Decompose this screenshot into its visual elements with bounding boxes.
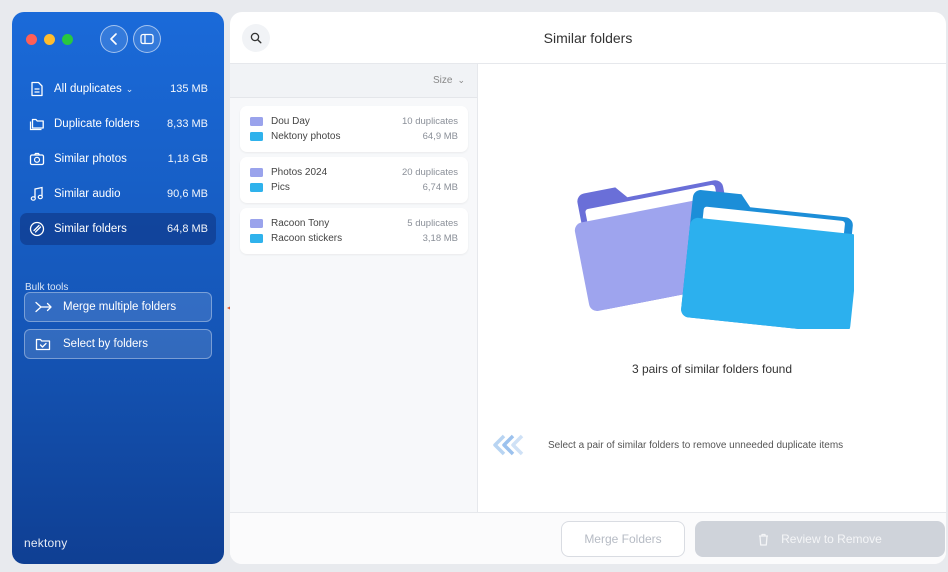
back-button[interactable] — [100, 25, 128, 53]
folder-a-name: Racoon Tony — [271, 218, 330, 229]
window-controls — [26, 34, 73, 45]
duplicates-count: 5 duplicates — [407, 218, 458, 229]
folder-a-name: Photos 2024 — [271, 167, 328, 178]
pair-size: 64,9 MB — [422, 131, 458, 142]
sort-label: Size — [433, 75, 453, 86]
pair-size: 6,74 MB — [422, 182, 458, 193]
sidebar-item-label: Duplicate folders — [54, 118, 140, 130]
search-icon — [250, 32, 262, 44]
sidebar-item-similar-folders[interactable]: Similar folders 64,8 MB — [20, 213, 216, 245]
sidebar-item-size: 90,6 MB — [167, 188, 208, 200]
toggle-sidebar-button[interactable] — [133, 25, 161, 53]
folder-icon — [250, 117, 263, 126]
search-button[interactable] — [242, 24, 270, 52]
merge-multiple-folders-button[interactable]: Merge multiple folders — [24, 292, 212, 322]
chevron-down-icon: ⌄ — [457, 75, 465, 85]
page-title: Similar folders — [543, 29, 633, 46]
folders-icon — [28, 115, 46, 133]
sidebar-item-size: 135 MB — [170, 83, 208, 95]
toolbar: Similar folders — [230, 12, 946, 64]
sidebar-item-similar-photos[interactable]: Similar photos 1,18 GB — [20, 143, 216, 175]
folder-icon — [250, 183, 263, 192]
folder-pair-item[interactable]: Racoon Tony 5 duplicates Racoon stickers… — [240, 208, 468, 254]
merge-folders-button[interactable]: Merge Folders — [561, 521, 685, 557]
close-window-button[interactable] — [26, 34, 37, 45]
minimize-window-button[interactable] — [44, 34, 55, 45]
folder-a-name: Dou Day — [271, 116, 310, 127]
pairs-found-message: 3 pairs of similar folders found — [631, 362, 793, 376]
sidebar: All duplicates ⌄ 135 MB Duplicate folders… — [12, 12, 224, 564]
chevron-down-icon[interactable]: ⌄ — [126, 84, 134, 94]
selection-hint: Select a pair of similar folders to remo… — [492, 434, 843, 456]
folder-pairs-list: Size ⌄ Dou Day 10 duplicates Nektony pho… — [230, 64, 478, 512]
trash-icon — [758, 533, 769, 546]
sidebar-item-label: All duplicates — [54, 83, 122, 95]
sidebar-item-similar-audio[interactable]: Similar audio 90,6 MB — [20, 178, 216, 210]
bottom-bar: Merge Folders Review to Remove — [230, 512, 946, 564]
double-chevron-left-icon — [493, 434, 524, 456]
chevron-left-icon — [110, 33, 117, 45]
folder-icon — [250, 219, 263, 228]
sidebar-item-label: Similar audio — [54, 188, 121, 200]
detail-pane: 3 pairs of similar folders found Select … — [478, 64, 946, 512]
folder-b-name: Nektony photos — [271, 131, 341, 142]
sidebar-item-size: 1,18 GB — [167, 153, 208, 165]
folder-icon — [250, 132, 263, 141]
similar-folders-illustration-icon — [574, 180, 854, 329]
duplicates-count: 10 duplicates — [402, 116, 458, 127]
select-by-folders-label: Select by folders — [63, 338, 149, 350]
folder-pair-item[interactable]: Photos 2024 20 duplicates Pics 6,74 MB — [240, 157, 468, 203]
main-window: Similar folders Size ⌄ Dou Day 10 duplic… — [230, 12, 946, 564]
folder-b-name: Pics — [271, 182, 290, 193]
folder-b-name: Racoon stickers — [271, 233, 343, 244]
pair-size: 3,18 MB — [422, 233, 458, 244]
folder-icon — [250, 234, 263, 243]
sidebar-item-duplicate-folders[interactable]: Duplicate folders 8,33 MB — [20, 108, 216, 140]
sidebar-item-label: Similar folders — [54, 223, 127, 235]
merge-arrow-icon — [35, 301, 53, 313]
sort-dropdown[interactable]: Size ⌄ — [230, 64, 477, 98]
review-to-remove-button[interactable]: Review to Remove — [695, 521, 945, 557]
select-checkbox-icon — [35, 337, 53, 351]
select-by-folders-button[interactable]: Select by folders — [24, 329, 212, 359]
nav-buttons — [100, 25, 161, 53]
sidebar-item-label: Similar photos — [54, 153, 127, 165]
duplicates-count: 20 duplicates — [402, 167, 458, 178]
sidebar-nav: All duplicates ⌄ 135 MB Duplicate folders… — [20, 73, 216, 248]
folder-icon — [250, 168, 263, 177]
sidebar-item-all-duplicates[interactable]: All duplicates ⌄ 135 MB — [20, 73, 216, 105]
merge-multiple-folders-label: Merge multiple folders — [63, 301, 177, 313]
document-icon — [28, 80, 46, 98]
zoom-window-button[interactable] — [62, 34, 73, 45]
nektony-logo: nektony — [24, 536, 68, 550]
folder-pair-item[interactable]: Dou Day 10 duplicates Nektony photos 64,… — [240, 106, 468, 152]
hint-text: Select a pair of similar folders to remo… — [548, 439, 844, 451]
music-note-icon — [28, 185, 46, 203]
sidebar-toggle-icon — [140, 33, 154, 45]
sidebar-item-size: 64,8 MB — [167, 223, 208, 235]
review-to-remove-label: Review to Remove — [781, 532, 882, 546]
sidebar-item-size: 8,33 MB — [167, 118, 208, 130]
camera-icon — [28, 150, 46, 168]
similar-folders-icon — [28, 220, 46, 238]
merge-folders-label: Merge Folders — [584, 532, 662, 546]
